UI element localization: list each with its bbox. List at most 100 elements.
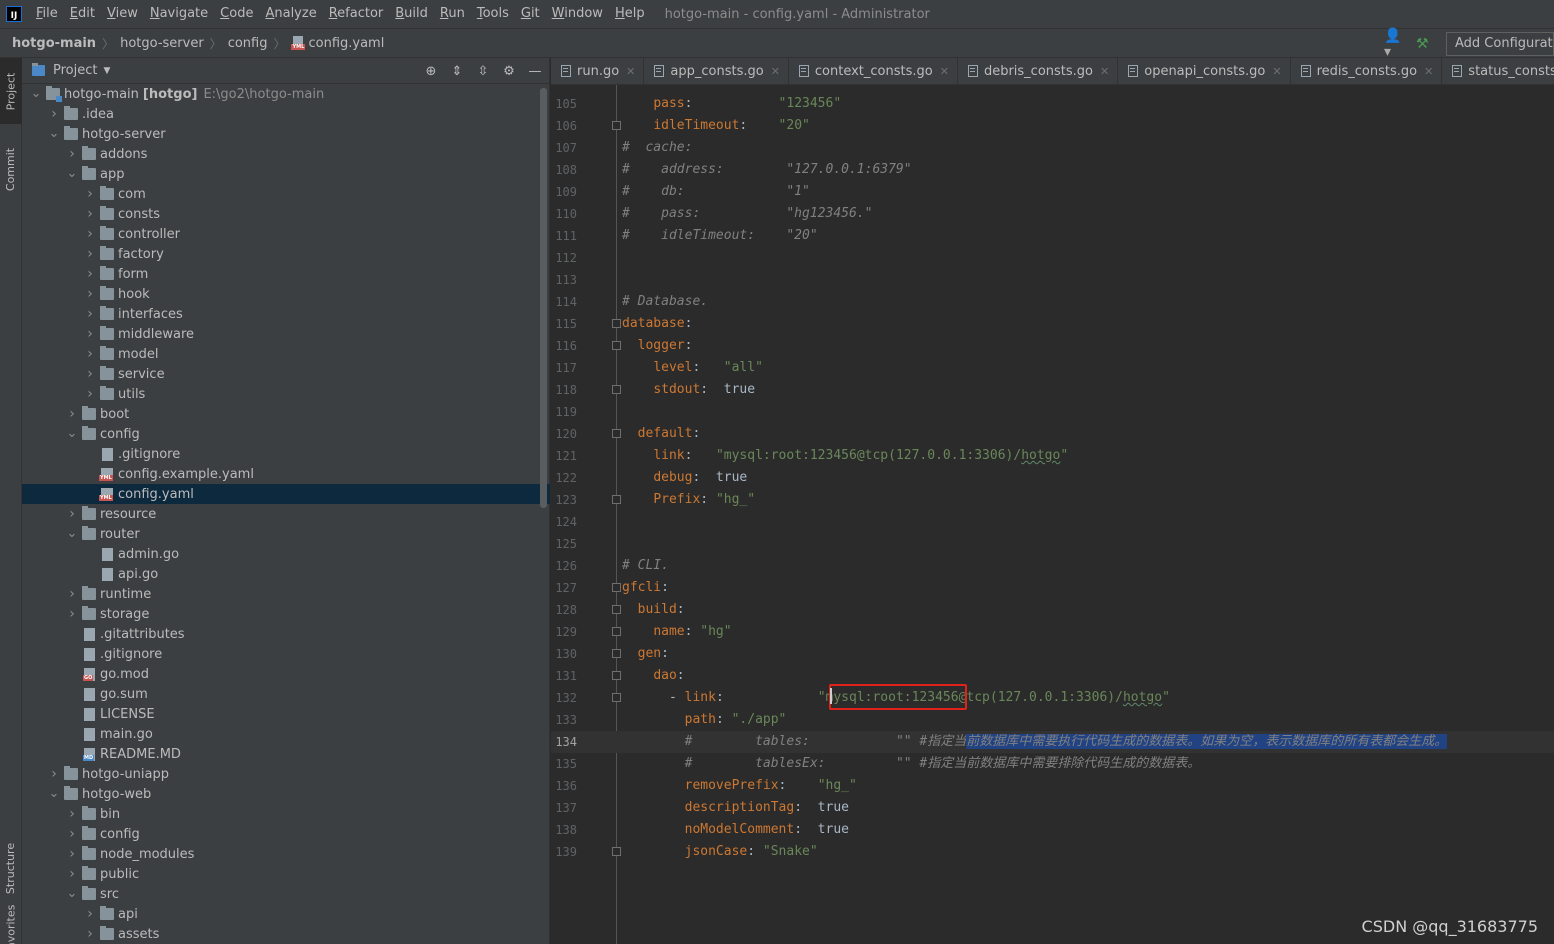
user-dropdown-icon[interactable]: 👤▾ <box>1384 28 1408 60</box>
chevron-right-icon[interactable]: › <box>84 306 96 322</box>
code-line[interactable]: 132 - link: "mysql:root:123456@tcp(127.0… <box>551 687 1554 709</box>
tree-item[interactable]: config.yaml <box>22 484 550 504</box>
tree-item[interactable]: config.example.yaml <box>22 464 550 484</box>
tool-window-tab-structure[interactable]: Structure <box>0 828 22 908</box>
fold-marker-icon[interactable] <box>612 627 621 636</box>
tree-item[interactable]: › factory <box>22 244 550 264</box>
code-line[interactable]: 119 <box>551 401 1554 423</box>
tree-item[interactable]: .gitattributes <box>22 624 550 644</box>
tree-item[interactable]: › middleware <box>22 324 550 344</box>
chevron-down-icon[interactable]: ⌄ <box>30 87 42 100</box>
code-line[interactable]: 106 idleTimeout: "20" <box>551 115 1554 137</box>
tree-item[interactable]: ⌄ router <box>22 524 550 544</box>
tree-item[interactable]: › utils <box>22 384 550 404</box>
code-line[interactable]: 123 Prefix: "hg_" <box>551 489 1554 511</box>
chevron-right-icon[interactable]: › <box>66 406 78 422</box>
chevron-right-icon[interactable]: › <box>84 266 96 282</box>
tree-item[interactable]: › runtime <box>22 584 550 604</box>
tree-item[interactable]: › storage <box>22 604 550 624</box>
code-line[interactable]: 110 # pass: "hg123456." <box>551 203 1554 225</box>
tree-item[interactable]: › hook <box>22 284 550 304</box>
chevron-right-icon[interactable]: › <box>66 586 78 602</box>
tree-item[interactable]: .gitignore <box>22 644 550 664</box>
code-line[interactable]: 120 default: <box>551 423 1554 445</box>
gear-icon[interactable]: ⚙ <box>501 64 517 79</box>
code-line[interactable]: 135 # tablesEx: "" #指定当前数据库中需要排除代码生成的数据表… <box>551 753 1554 775</box>
chevron-right-icon[interactable]: › <box>66 866 78 882</box>
fold-marker-icon[interactable] <box>612 605 621 614</box>
editor-tab[interactable]: context_consts.go ✕ <box>789 58 958 84</box>
code-line[interactable]: 130 gen: <box>551 643 1554 665</box>
code-line[interactable]: 124 <box>551 511 1554 533</box>
tree-item[interactable]: ⌄ app <box>22 164 550 184</box>
code-line[interactable]: 128 build: <box>551 599 1554 621</box>
tree-item[interactable]: › bin <box>22 804 550 824</box>
tree-scrollbar[interactable] <box>540 88 547 508</box>
tree-item[interactable]: ⌄ hotgo-web <box>22 784 550 804</box>
tree-item[interactable]: › public <box>22 864 550 884</box>
tree-item[interactable]: › assets <box>22 924 550 944</box>
menu-item-navigate[interactable]: Navigate <box>144 0 214 28</box>
code-line[interactable]: 139 jsonCase: "Snake" <box>551 841 1554 863</box>
fold-marker-icon[interactable] <box>612 121 621 130</box>
code-line[interactable]: 116 logger: <box>551 335 1554 357</box>
chevron-right-icon[interactable]: › <box>66 846 78 862</box>
tree-item[interactable]: go.mod <box>22 664 550 684</box>
minimize-icon[interactable]: — <box>527 64 543 79</box>
editor-tab[interactable]: debris_consts.go ✕ <box>958 58 1119 84</box>
code-line[interactable]: 117 level: "all" <box>551 357 1554 379</box>
chevron-right-icon[interactable]: › <box>66 826 78 842</box>
project-view-selector[interactable]: Project <box>53 63 97 78</box>
fold-marker-icon[interactable] <box>612 319 621 328</box>
fold-marker-icon[interactable] <box>612 385 621 394</box>
close-icon[interactable]: ✕ <box>1424 65 1433 78</box>
close-icon[interactable]: ✕ <box>940 65 949 78</box>
fold-marker-icon[interactable] <box>612 847 621 856</box>
tree-item[interactable]: LICENSE <box>22 704 550 724</box>
tree-item[interactable]: main.go <box>22 724 550 744</box>
code-editor[interactable]: 105 pass: "123456" 106 idleTimeout: "20" 1… <box>551 85 1554 944</box>
tree-item[interactable]: ⌄ hotgo-main [hotgo] E:\go2\hotgo-main <box>22 84 550 104</box>
editor-tab[interactable]: run.go ✕ <box>551 58 645 84</box>
tool-window-tab-favorites[interactable]: Favorites <box>0 904 22 944</box>
code-line[interactable]: 115 database: <box>551 313 1554 335</box>
tree-item[interactable]: go.sum <box>22 684 550 704</box>
fold-marker-icon[interactable] <box>612 495 621 504</box>
chevron-right-icon[interactable]: › <box>84 226 96 242</box>
chevron-down-icon[interactable]: ⌄ <box>66 427 78 440</box>
menu-item-code[interactable]: Code <box>214 0 259 28</box>
editor-tab[interactable]: app_consts.go ✕ <box>644 58 789 84</box>
chevron-down-icon[interactable]: ⌄ <box>48 127 60 140</box>
chevron-down-icon[interactable]: ⌄ <box>48 787 60 800</box>
code-line[interactable]: 109 # db: "1" <box>551 181 1554 203</box>
chevron-down-icon[interactable]: ⌄ <box>66 887 78 900</box>
code-line[interactable]: 125 <box>551 533 1554 555</box>
tree-item[interactable]: api.go <box>22 564 550 584</box>
chevron-down-icon[interactable]: ⌄ <box>66 527 78 540</box>
menu-item-file[interactable]: File <box>30 0 64 28</box>
locate-file-icon[interactable]: ⊕ <box>423 64 439 79</box>
tree-item[interactable]: › api <box>22 904 550 924</box>
breadcrumb-project[interactable]: hotgo-main <box>12 36 96 51</box>
code-line[interactable]: 105 pass: "123456" <box>551 93 1554 115</box>
menu-item-run[interactable]: Run <box>434 0 471 28</box>
chevron-right-icon[interactable]: › <box>84 326 96 342</box>
tool-window-tab-project[interactable]: Project <box>0 58 22 124</box>
chevron-down-icon[interactable]: ▼ <box>103 66 110 76</box>
chevron-right-icon[interactable]: › <box>84 366 96 382</box>
menu-item-edit[interactable]: Edit <box>64 0 101 28</box>
menu-item-build[interactable]: Build <box>389 0 434 28</box>
close-icon[interactable]: ✕ <box>1272 65 1281 78</box>
menu-item-analyze[interactable]: Analyze <box>259 0 322 28</box>
tree-item[interactable]: › interfaces <box>22 304 550 324</box>
chevron-right-icon[interactable]: › <box>84 206 96 222</box>
chevron-right-icon[interactable]: › <box>84 186 96 202</box>
code-line[interactable]: 113 <box>551 269 1554 291</box>
tree-item[interactable]: › form <box>22 264 550 284</box>
code-line[interactable]: 111 # idleTimeout: "20" <box>551 225 1554 247</box>
close-icon[interactable]: ✕ <box>1100 65 1109 78</box>
tree-item[interactable]: ⌄ config <box>22 424 550 444</box>
editor-tab[interactable]: status_consts.go✕ <box>1442 58 1554 84</box>
tree-item[interactable]: ⌄ src <box>22 884 550 904</box>
chevron-down-icon[interactable]: ⌄ <box>66 167 78 180</box>
